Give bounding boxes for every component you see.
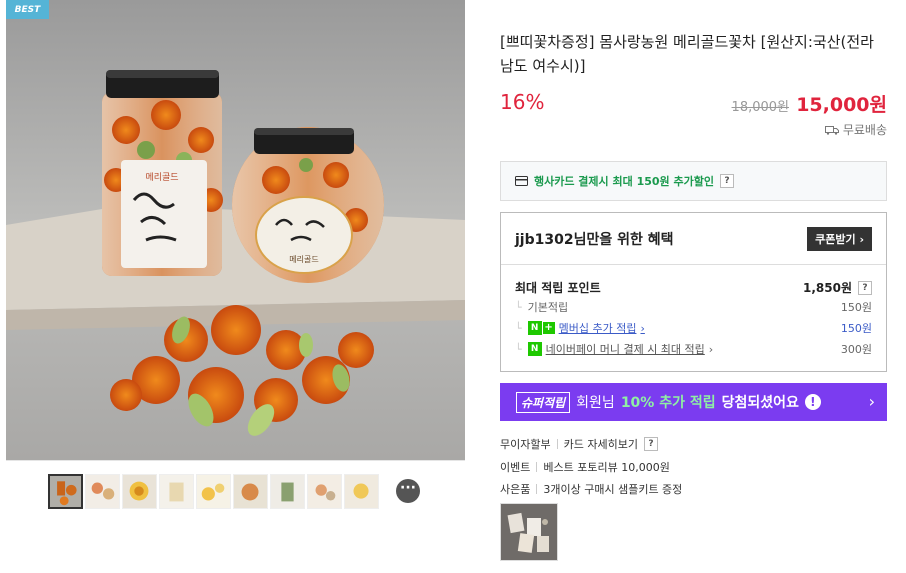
npay-points-value: 300원: [840, 343, 872, 356]
event-value: 베스트 포토리뷰 10,000원: [543, 461, 670, 474]
max-points-label: 최대 적립 포인트: [515, 281, 601, 295]
thumbnail-9[interactable]: [344, 474, 379, 509]
event-row: 이벤트 베스트 포토리뷰 10,000원: [500, 459, 670, 475]
member-benefit-box: jjb1302님만을 위한 혜택 쿠폰받기 › 최대 적립 포인트 1,850원…: [500, 212, 887, 372]
chevron-right-icon: ›: [640, 321, 645, 335]
thumbnail-4[interactable]: [159, 474, 194, 509]
thumbnail-image: [271, 475, 304, 508]
shipping-label: 무료배송: [842, 123, 887, 137]
basic-points-row: └ 기본적립 150원: [515, 299, 872, 315]
thumbnail-6[interactable]: [233, 474, 268, 509]
membership-points-link[interactable]: 멤버십 추가 적립: [559, 320, 637, 336]
gift-label: 사은품: [500, 483, 531, 496]
naver-n-icon: N: [527, 321, 542, 335]
thumbnail-7[interactable]: [270, 474, 305, 509]
thumbnail-8[interactable]: [307, 474, 342, 509]
super-banner-prefix: 회원님: [576, 395, 615, 411]
max-points-row: 최대 적립 포인트 1,850원 ?: [515, 279, 872, 296]
thumbnail-image: [50, 476, 81, 507]
product-image-area: BEST 메리골드 메리골드 ···: [6, 0, 465, 573]
card-detail-link[interactable]: 카드 자세히보기: [564, 436, 638, 452]
coupon-button[interactable]: 쿠폰받기 ›: [807, 226, 872, 251]
basic-points-value: 150원: [840, 301, 872, 314]
points-help-button[interactable]: ?: [858, 280, 872, 295]
thumbnail-image: [160, 475, 193, 508]
discount-rate: 16%: [500, 90, 545, 114]
thumbnail-2[interactable]: [85, 474, 120, 509]
thumbnail-image: [123, 475, 156, 508]
thumbnail-1[interactable]: [48, 474, 83, 509]
main-product-photo[interactable]: 메리골드 메리골드: [6, 0, 465, 460]
thumbnail-5[interactable]: [196, 474, 231, 509]
big-jar-label: 메리골드: [145, 172, 178, 183]
divider: [556, 439, 558, 449]
super-points-tag: 슈퍼적립: [516, 391, 571, 413]
installment-row: 무이자할부 카드 자세히보기 ?: [500, 436, 658, 452]
product-photo-illustration: 메리골드 메리골드: [6, 0, 465, 460]
more-images-button[interactable]: ···: [396, 479, 420, 503]
npay-points-row: └ N 네이버페이 머니 결제 시 최대 적립 › 300원: [515, 341, 872, 357]
tree-connector-icon: └: [515, 300, 522, 314]
card-help-button[interactable]: ?: [719, 174, 734, 188]
super-banner-suffix: 당첨되셨어요: [721, 395, 799, 411]
product-title: [쁘띠꽃차증정] 몸사랑농원 메리골드꽃차 [원산지:국산(전라남도 여수시)]: [500, 33, 874, 75]
super-points-banner[interactable]: 슈퍼적립 회원님 10% 추가 적립 당첨되셨어요 ! ›: [500, 383, 887, 421]
best-badge: BEST: [6, 0, 49, 19]
truck-icon: [824, 125, 839, 135]
naver-pay-icon: N: [527, 342, 542, 356]
thumbnail-image: [345, 475, 378, 508]
alert-icon: !: [804, 394, 821, 410]
npay-points-link[interactable]: 네이버페이 머니 결제 시 최대 적립: [546, 341, 705, 357]
sale-price: 15,000원: [796, 94, 887, 116]
card-discount-text: 행사카드 결제시 최대 150원 추가할인: [534, 175, 714, 188]
tree-connector-icon: └: [515, 342, 522, 356]
thumbnail-strip: ···: [6, 460, 465, 573]
chevron-right-icon: ›: [708, 342, 714, 356]
installment-label: 무이자할부: [500, 438, 551, 451]
coupon-button-label: 쿠폰받기: [815, 232, 856, 246]
basic-points-label: 기본적립: [527, 301, 569, 314]
shipping-info: 무료배송: [824, 121, 887, 138]
membership-points-value: 150원: [840, 322, 872, 335]
thumbnail-3[interactable]: [122, 474, 157, 509]
tree-connector-icon: └: [515, 321, 522, 335]
event-label: 이벤트: [500, 461, 531, 474]
thumbnail-image: [234, 475, 267, 508]
thumbnail-image: [197, 475, 230, 508]
super-banner-highlight: 10% 추가 적립: [620, 395, 716, 411]
chevron-right-icon: ›: [868, 392, 875, 411]
credit-card-icon: [515, 176, 528, 186]
installment-help-button[interactable]: ?: [643, 437, 658, 451]
plus-icon: +: [542, 322, 555, 334]
sample-kit-image: [501, 504, 557, 560]
divider: [536, 462, 538, 472]
benefit-title: jjb1302님만을 위한 혜택: [515, 231, 674, 248]
card-discount-box: 행사카드 결제시 최대 150원 추가할인 ?: [500, 161, 887, 201]
max-points-value: 1,850원: [803, 281, 852, 295]
divider: [536, 484, 538, 494]
thumbnail-image: [86, 475, 119, 508]
original-price: 18,000원: [731, 100, 789, 115]
gift-value: 3개이상 구매시 샘플키트 증정: [543, 483, 683, 496]
gift-row: 사은품 3개이상 구매시 샘플키트 증정: [500, 481, 682, 497]
small-jar-label: 메리골드: [289, 255, 318, 264]
thumbnail-image: [308, 475, 341, 508]
membership-points-row: └ N + 멤버십 추가 적립 › 150원: [515, 320, 872, 336]
gift-image[interactable]: [500, 503, 558, 561]
